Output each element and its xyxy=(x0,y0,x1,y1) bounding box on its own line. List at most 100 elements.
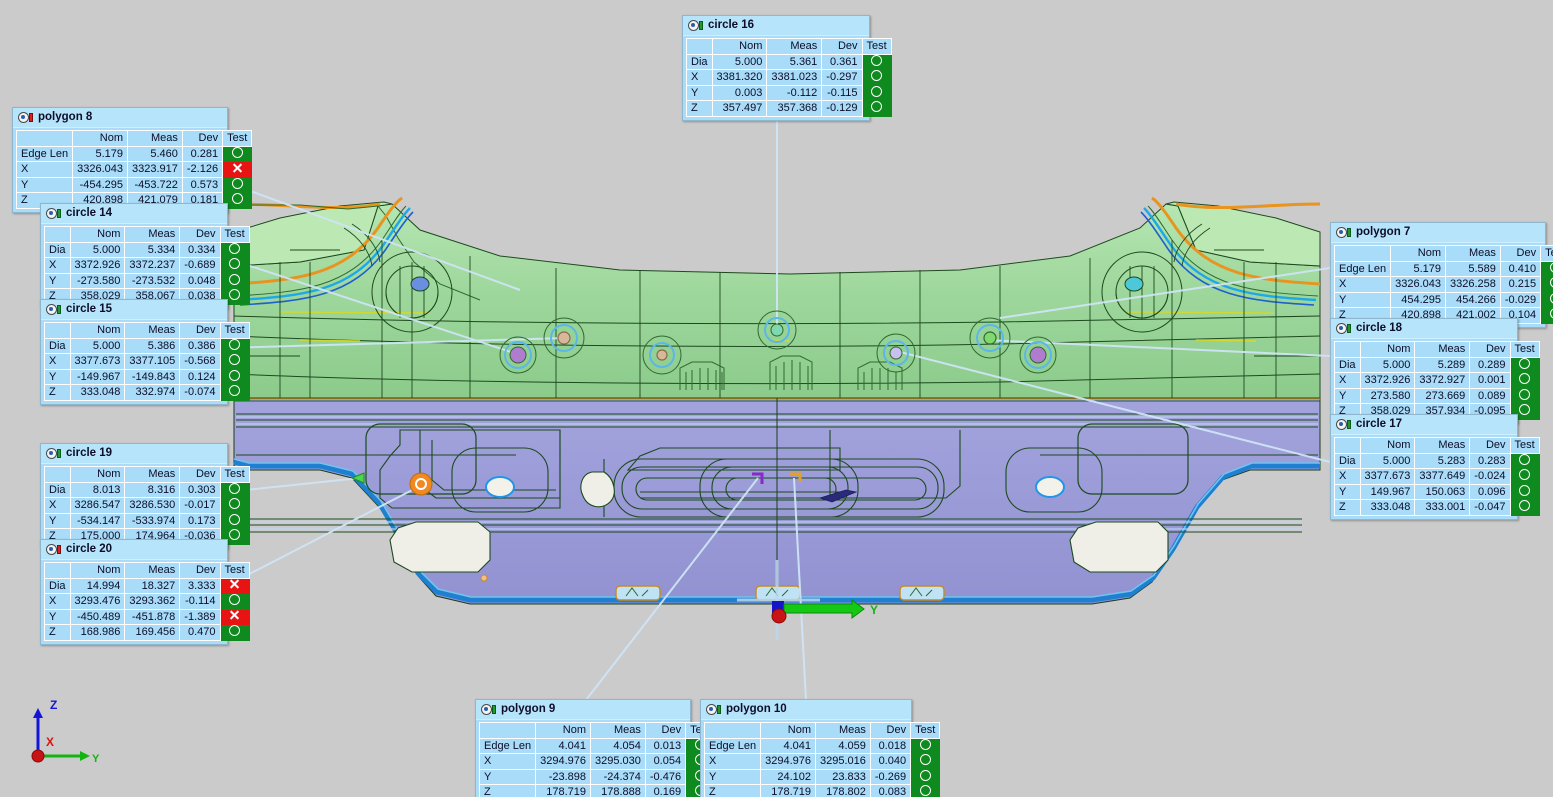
table-header-row: NomMeasDevTest xyxy=(1334,341,1540,358)
table-row: Z 178.719 178.802 0.083 xyxy=(703,784,941,797)
row-deviation: 0.283 xyxy=(1469,452,1511,469)
callout-circle-18[interactable]: circle 18 Nom Meas Dev Test Dia 5.000 5.289 0.28… xyxy=(1330,318,1540,424)
test-result-pass-icon xyxy=(219,353,250,370)
row-deviation: 0.410 xyxy=(1499,260,1542,277)
callout-header-circle-19[interactable]: circle 19 xyxy=(41,444,227,464)
row-measured: 5.386 xyxy=(124,337,181,354)
callout-circle-20[interactable]: circle 20 Nom Meas Dev Test Dia 14.994 18.327 3.… xyxy=(40,539,250,645)
row-measured: -453.722 xyxy=(127,176,183,193)
table-row: Z 357.497 357.368 -0.129 xyxy=(686,100,892,117)
callout-circle-17[interactable]: circle 17 Nom Meas Dev Test Dia 5.000 5.283 0.28… xyxy=(1330,414,1540,520)
marker-circle-20[interactable] xyxy=(409,472,433,496)
table-row: Edge Len 5.179 5.460 0.281 xyxy=(15,145,253,162)
marker-circle-right-purple[interactable] xyxy=(1019,336,1057,374)
table-row: X 3381.320 3381.023 -0.297 xyxy=(686,69,892,86)
row-label: X xyxy=(1333,276,1392,293)
callout-header-circle-14[interactable]: circle 14 xyxy=(41,204,227,224)
row-label: Y xyxy=(1333,291,1392,308)
callout-header-circle-18[interactable]: circle 18 xyxy=(1331,319,1517,339)
column-header-dev: Dev xyxy=(1469,341,1511,358)
test-result-pass-icon xyxy=(861,69,892,86)
row-deviation: -0.129 xyxy=(821,100,863,117)
callout-header-circle-16[interactable]: circle 16 xyxy=(683,16,869,36)
callout-circle-19[interactable]: circle 19 Nom Meas Dev Test Dia 8.013 8.316 0.30… xyxy=(40,443,250,549)
marker-circle-purple[interactable] xyxy=(499,336,537,374)
callout-header-circle-20[interactable]: circle 20 xyxy=(41,540,227,560)
row-measured: 3381.023 xyxy=(766,69,823,86)
test-result-pass-icon xyxy=(1509,468,1540,485)
row-deviation: 0.386 xyxy=(179,337,221,354)
callout-polygon-9[interactable]: polygon 9 NomMeasDevTestEdge Len4.0414.05… xyxy=(475,699,716,797)
column-header-blank xyxy=(703,722,762,739)
feature-circle-icon xyxy=(46,543,61,556)
feature-circle-icon xyxy=(1336,418,1351,431)
row-deviation: -1.389 xyxy=(179,608,221,625)
row-label: X xyxy=(1334,468,1361,485)
column-header-nom: Nom xyxy=(69,466,126,483)
callout-header-polygon-10[interactable]: polygon 10 xyxy=(701,700,911,720)
row-deviation: 0.096 xyxy=(1469,483,1511,500)
callout-header-polygon-7[interactable]: polygon 7 xyxy=(1331,223,1545,243)
marker-circle-18[interactable] xyxy=(969,317,1011,359)
table-header-row: NomMeasDevTest xyxy=(15,130,253,147)
column-header-meas: Meas xyxy=(766,38,823,55)
row-deviation: 0.054 xyxy=(644,753,687,770)
row-nominal: 3377.673 xyxy=(69,353,126,370)
row-deviation: -0.114 xyxy=(179,593,221,610)
table-row: Edge Len 4.041 4.059 0.018 xyxy=(703,737,941,754)
row-deviation: 0.169 xyxy=(644,784,687,797)
row-measured: 3377.105 xyxy=(124,353,181,370)
row-measured: 178.802 xyxy=(815,784,871,797)
test-result-pass-icon xyxy=(222,145,253,162)
row-nominal: 357.497 xyxy=(711,100,768,117)
row-measured: 18.327 xyxy=(124,577,181,594)
column-header-blank xyxy=(1334,437,1361,454)
callout-polygon-7[interactable]: polygon 7NomMeasDevTestEdge Len5.1795.58… xyxy=(1330,222,1553,328)
column-header-test: Test xyxy=(219,562,250,579)
callout-title-circle-14: circle 14 xyxy=(66,207,113,219)
row-label: Z xyxy=(478,784,537,797)
callout-polygon-8[interactable]: polygon 8 Nom Meas Dev Test Edge Len 5.179 5.46… xyxy=(12,107,253,213)
row-nominal: 3286.547 xyxy=(69,497,126,514)
table-row: X 3372.926 3372.927 0.001 xyxy=(1334,372,1540,389)
row-measured: 5.283 xyxy=(1414,452,1471,469)
row-deviation: -0.115 xyxy=(821,84,863,101)
test-result-pass-icon xyxy=(219,337,250,354)
table-row: X 3293.476 3293.362 -0.114 xyxy=(44,593,250,610)
table-row: Y -23.898 -24.374 -0.476 xyxy=(478,768,716,785)
row-nominal: 5.000 xyxy=(1359,452,1416,469)
row-label: Y xyxy=(44,272,71,289)
callout-polygon-10[interactable]: polygon 10 Nom Meas Dev Test Edge Len 4.041 4.0… xyxy=(700,699,941,797)
measurement-table-circle-16: Nom Meas Dev Test Dia 5.000 5.361 0.361 X 3381.32… xyxy=(686,38,892,117)
callout-header-polygon-9[interactable]: polygon 9 xyxy=(476,700,690,720)
row-nominal: -149.967 xyxy=(69,368,126,385)
callout-header-circle-15[interactable]: circle 15 xyxy=(41,300,227,320)
row-label: Y xyxy=(44,368,71,385)
row-measured: 454.266 xyxy=(1445,291,1501,308)
column-header-meas: Meas xyxy=(124,322,181,339)
marker-circle-14[interactable] xyxy=(543,317,585,359)
column-header-meas: Meas xyxy=(124,226,181,243)
column-header-test: Test xyxy=(219,466,250,483)
row-label: X xyxy=(44,593,71,610)
row-measured: 23.833 xyxy=(815,768,871,785)
callout-header-polygon-8[interactable]: polygon 8 xyxy=(13,108,227,128)
row-label: Dia xyxy=(686,53,713,70)
test-result-pass-icon xyxy=(219,593,250,610)
callout-header-circle-17[interactable]: circle 17 xyxy=(1331,415,1517,435)
table-row: X 3326.043 3323.917 -2.126 xyxy=(15,161,253,178)
callout-circle-14[interactable]: circle 14 Nom Meas Dev Test Dia 5.000 5.334 0.33… xyxy=(40,203,250,309)
callout-title-polygon-10: polygon 10 xyxy=(726,703,787,715)
column-header-dev: Dev xyxy=(1499,245,1542,262)
callout-circle-15[interactable]: circle 15 Nom Meas Dev Test Dia 5.000 5.386 0.38… xyxy=(40,299,250,405)
row-measured: 3295.030 xyxy=(590,753,646,770)
column-header-test: Test xyxy=(1540,245,1553,262)
callout-circle-16[interactable]: circle 16 Nom Meas Dev Test Dia 5.000 5.361 0.36… xyxy=(682,15,892,121)
table-row: Edge Len 5.179 5.589 0.410 xyxy=(1333,260,1553,277)
table-row: Y -450.489 -451.878 -1.389 xyxy=(44,608,250,625)
feature-circle-icon xyxy=(46,207,61,220)
table-row: X 3326.043 3326.258 0.215 xyxy=(1333,276,1553,293)
feature-polygon-icon xyxy=(18,111,33,124)
callout-title-circle-19: circle 19 xyxy=(66,447,113,459)
feature-polygon-icon xyxy=(481,703,496,716)
